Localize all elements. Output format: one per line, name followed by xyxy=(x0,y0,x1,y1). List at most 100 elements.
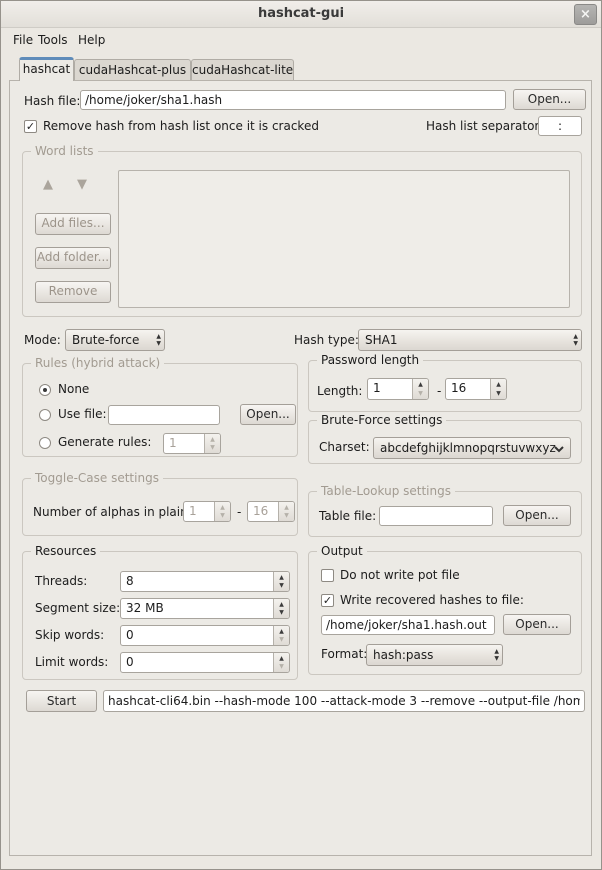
add-folder-button: Add folder... xyxy=(35,247,111,269)
length-dash: - xyxy=(437,384,441,399)
combo-arrows-icon: ▲ ▼ xyxy=(573,333,578,347)
spin-up-icon[interactable]: ▲ xyxy=(274,655,289,662)
add-files-button: Add files... xyxy=(35,213,111,235)
start-button[interactable]: Start xyxy=(26,690,97,712)
hash-file-open-button[interactable]: Open... xyxy=(513,89,586,110)
length-max-value: 16 xyxy=(451,381,466,395)
close-icon: × xyxy=(580,7,591,22)
spin-up-icon[interactable]: ▲ xyxy=(274,574,289,581)
brute-force-group: Brute-Force settings Charset: abcdefghij… xyxy=(308,420,582,464)
spin-down-icon: ▼ xyxy=(205,444,220,451)
combo-up-icon: ▲ xyxy=(573,333,578,340)
skip-words-label: Skip words: xyxy=(35,628,104,643)
tab-cudahashcat-plus[interactable]: cudaHashcat-plus xyxy=(74,59,191,80)
write-hashes-checkbox[interactable]: ✓ xyxy=(321,594,334,607)
threads-label: Threads: xyxy=(35,574,87,589)
hash-type-combo[interactable]: SHA1 ▲ ▼ xyxy=(358,329,582,351)
rules-group: Rules (hybrid attack) None Use file: Ope… xyxy=(22,363,298,457)
spin-down-icon: ▼ xyxy=(215,512,230,519)
threads-value: 8 xyxy=(126,574,134,588)
spin-up-icon[interactable]: ▲ xyxy=(413,381,428,388)
threads-spinner[interactable]: 8 ▲ ▼ xyxy=(120,571,290,592)
table-file-input[interactable] xyxy=(379,506,493,526)
tab-hashcat[interactable]: hashcat xyxy=(19,57,74,81)
alphas-max-spinner: 16 ▲ ▼ xyxy=(247,501,295,522)
resources-group: Resources Threads: 8 ▲ ▼ Segment size: 3… xyxy=(22,551,298,680)
alphas-dash: - xyxy=(237,505,241,520)
rules-use-file-radio[interactable] xyxy=(39,409,51,421)
spin-up-icon[interactable]: ▲ xyxy=(491,381,506,388)
limit-words-spinner[interactable]: 0 ▲ ▼ xyxy=(120,652,290,673)
word-lists-listbox[interactable] xyxy=(118,170,570,308)
hash-file-label: Hash file: xyxy=(24,94,80,109)
limit-words-label: Limit words: xyxy=(35,655,108,670)
spin-buttons: ▲ ▼ xyxy=(412,379,428,399)
output-file-open-button[interactable]: Open... xyxy=(503,614,571,635)
pot-file-checkbox[interactable] xyxy=(321,569,334,582)
menu-tools[interactable]: Tools xyxy=(38,30,68,50)
skip-words-value: 0 xyxy=(126,628,134,642)
charset-value: abcdefghijklmnopqrstuvwxyz xyxy=(380,441,556,455)
spin-up-icon: ▲ xyxy=(279,504,294,511)
format-value: hash:pass xyxy=(373,648,433,662)
spin-buttons: ▲ ▼ xyxy=(273,653,289,672)
rules-none-radio[interactable] xyxy=(39,384,51,396)
rules-open-button[interactable]: Open... xyxy=(240,404,296,425)
combo-down-icon: ▼ xyxy=(573,340,578,347)
rules-none-label: None xyxy=(58,382,89,397)
combo-arrows-icon: ▲ ▼ xyxy=(494,648,499,662)
table-lookup-title: Table-Lookup settings xyxy=(317,484,455,499)
alphas-max-value: 16 xyxy=(253,504,268,518)
spin-up-icon[interactable]: ▲ xyxy=(274,601,289,608)
spin-down-icon[interactable]: ▼ xyxy=(274,663,289,670)
segment-size-spinner[interactable]: 32 MB ▲ ▼ xyxy=(120,598,290,619)
limit-words-value: 0 xyxy=(126,655,134,669)
table-file-open-button[interactable]: Open... xyxy=(503,505,571,526)
separator-input[interactable] xyxy=(538,116,582,136)
write-hashes-label: Write recovered hashes to file: xyxy=(340,593,524,608)
length-min-value: 1 xyxy=(373,381,381,395)
skip-words-spinner[interactable]: 0 ▲ ▼ xyxy=(120,625,290,646)
format-combo[interactable]: hash:pass ▲ ▼ xyxy=(366,644,503,666)
spin-buttons: ▲ ▼ xyxy=(214,502,230,521)
spin-up-icon[interactable]: ▲ xyxy=(274,628,289,635)
length-label: Length: xyxy=(317,384,362,399)
length-min-spinner[interactable]: 1 ▲ ▼ xyxy=(367,378,429,400)
alphas-min-value: 1 xyxy=(189,504,197,518)
output-title: Output xyxy=(317,544,367,559)
mode-combo[interactable]: Brute-force ▲ ▼ xyxy=(65,329,165,351)
check-icon: ✓ xyxy=(26,120,35,133)
spin-down-icon[interactable]: ▼ xyxy=(274,636,289,643)
separator-label: Hash list separator: xyxy=(426,119,543,134)
output-file-input[interactable] xyxy=(321,615,495,635)
spin-up-icon: ▲ xyxy=(215,504,230,511)
length-max-spinner[interactable]: 16 ▲ ▼ xyxy=(445,378,507,400)
table-lookup-group: Table-Lookup settings Table file: Open..… xyxy=(308,491,582,537)
password-length-title: Password length xyxy=(317,353,423,368)
segment-size-value: 32 MB xyxy=(126,601,164,615)
spin-down-icon[interactable]: ▼ xyxy=(274,609,289,616)
rules-generate-spinner: 1 ▲ ▼ xyxy=(163,433,221,454)
remove-button: Remove xyxy=(35,281,111,303)
charset-combo[interactable]: abcdefghijklmnopqrstuvwxyz xyxy=(373,437,571,459)
spin-down-icon[interactable]: ▼ xyxy=(274,582,289,589)
hash-file-input[interactable] xyxy=(80,90,506,110)
combo-up-icon: ▲ xyxy=(494,648,499,655)
menu-file[interactable]: File xyxy=(13,30,33,50)
tab-cudahashcat-lite[interactable]: cudaHashcat-lite xyxy=(191,59,294,80)
rules-generate-label: Generate rules: xyxy=(58,435,151,450)
combo-down-icon: ▼ xyxy=(494,655,499,662)
rules-generate-radio[interactable] xyxy=(39,437,51,449)
brute-force-title: Brute-Force settings xyxy=(317,413,446,428)
spin-buttons: ▲ ▼ xyxy=(273,572,289,591)
remove-hash-checkbox[interactable]: ✓ xyxy=(24,120,37,133)
close-button[interactable]: × xyxy=(574,4,597,25)
alphas-min-spinner: 1 ▲ ▼ xyxy=(183,501,231,522)
rules-file-input[interactable] xyxy=(108,405,220,425)
command-line-input[interactable] xyxy=(103,690,585,712)
combo-up-icon: ▲ xyxy=(156,333,161,340)
spin-down-icon[interactable]: ▼ xyxy=(413,390,428,397)
pot-file-label: Do not write pot file xyxy=(340,568,460,583)
menu-help[interactable]: Help xyxy=(78,30,105,50)
spin-down-icon[interactable]: ▼ xyxy=(491,390,506,397)
